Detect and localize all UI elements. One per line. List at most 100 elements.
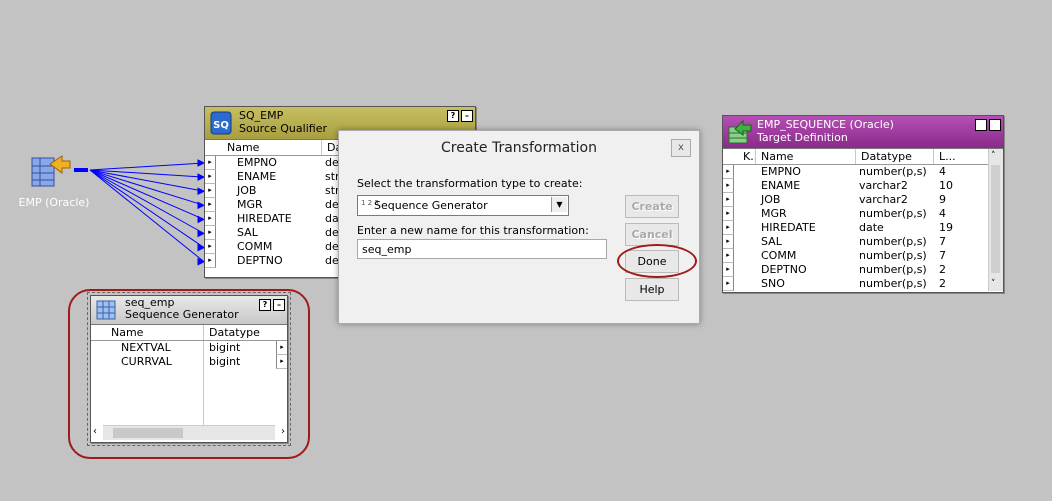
column-header: Name Datatype [91, 325, 287, 341]
scrollbar-thumb[interactable] [113, 428, 183, 438]
sequence-generator-icon [96, 300, 116, 320]
column-datatype-header: Datatype [861, 150, 912, 163]
minimize-icon[interactable]: – [989, 119, 1001, 131]
create-transformation-dialog[interactable]: Create Transformation x Select the trans… [338, 130, 700, 324]
source-qualifier-icon: SQ [210, 111, 232, 135]
output-port-arrow-icon[interactable]: ▸ [276, 341, 287, 355]
vertical-scrollbar[interactable]: ˄ ˅ [988, 149, 1003, 291]
port-length: 2 [939, 263, 946, 276]
link-line [89, 169, 205, 263]
target-definition-subtitle: Target Definition [757, 131, 848, 144]
input-port-arrow-icon[interactable]: ▸ [723, 249, 734, 263]
selected-type: Sequence Generator [374, 199, 488, 212]
help-icon[interactable]: ? [975, 119, 987, 131]
close-icon[interactable]: x [671, 139, 691, 157]
column-name-header: Name [761, 150, 794, 163]
port-name: CURRVAL [121, 355, 172, 368]
chevron-down-icon[interactable]: ▼ [551, 197, 567, 212]
table-row[interactable]: ▸ SAL number(p,s) 7 [723, 235, 1003, 249]
output-port-arrow-icon[interactable]: ▸ [276, 355, 287, 369]
name-label: Enter a new name for this transformation… [357, 224, 589, 237]
target-definition-title: EMP_SEQUENCE (Oracle) [757, 118, 894, 131]
port-length: 4 [939, 207, 946, 220]
source-qualifier-subtitle: Source Qualifier [239, 122, 327, 135]
link-line [89, 162, 205, 171]
table-row[interactable]: ▸ EMPNO number(p,s) 4 [723, 165, 1003, 179]
source-qualifier-title: SQ_EMP [239, 109, 284, 122]
port-name: MGR [761, 207, 787, 220]
scroll-up-icon[interactable]: ˄ [991, 151, 996, 161]
link-line [89, 169, 205, 249]
scrollbar-thumb[interactable] [991, 165, 1000, 273]
table-row[interactable]: ▸ COMM number(p,s) 7 [723, 249, 1003, 263]
horizontal-scrollbar[interactable]: ‹ › [93, 425, 285, 440]
input-port-arrow-icon[interactable]: ▸ [723, 263, 734, 277]
table-row[interactable]: ▸ SNO number(p,s) 2 [723, 277, 1003, 291]
minimize-icon[interactable]: – [461, 110, 473, 122]
source-emp-icon[interactable] [28, 152, 72, 192]
column-length-header: L... [939, 150, 956, 163]
transformation-type-select[interactable]: 1 2 3 Sequence Generator ▼ [357, 195, 569, 216]
port-length: 4 [939, 165, 946, 178]
input-port-arrow-icon[interactable]: ▸ [723, 235, 734, 249]
svg-text:SQ: SQ [213, 120, 229, 131]
port-name: HIREDATE [237, 212, 292, 225]
input-port-arrow-icon[interactable]: ▸ [205, 184, 216, 198]
table-row[interactable]: ▸ HIREDATE date 19 [723, 221, 1003, 235]
help-button[interactable]: Help [625, 278, 679, 301]
create-button[interactable]: Create [625, 195, 679, 218]
port-length: 7 [939, 235, 946, 248]
table-row[interactable]: ▸ DEPTNO number(p,s) 2 [723, 263, 1003, 277]
table-row[interactable]: ▸ ENAME varchar2 10 [723, 179, 1003, 193]
input-port-arrow-icon[interactable]: ▸ [723, 179, 734, 193]
sequence-generator-box[interactable]: seq_emp Sequence Generator ? – Name Data… [87, 292, 291, 446]
port-datatype: number(p,s) [859, 277, 927, 290]
input-port-arrow-icon[interactable]: ▸ [723, 193, 734, 207]
scroll-left-icon[interactable]: ‹ [93, 426, 97, 437]
port-name: JOB [237, 184, 257, 197]
input-port-arrow-icon[interactable]: ▸ [205, 254, 216, 268]
port-datatype: varchar2 [859, 193, 908, 206]
port-name: JOB [761, 193, 781, 206]
table-row[interactable]: ▸ MGR number(p,s) 4 [723, 207, 1003, 221]
port-name: DEPTNO [237, 254, 283, 267]
port-list: ▸ EMPNO number(p,s) 4 ▸ ENAME varchar2 10 ▸ JOB va… [723, 165, 1003, 291]
target-definition-box[interactable]: EMP_SEQUENCE (Oracle) Target Definition … [722, 115, 1004, 293]
scroll-down-icon[interactable]: ˅ [991, 279, 996, 289]
table-row[interactable]: CURRVAL bigint ▸ [91, 355, 287, 369]
port-list: NEXTVAL bigint ▸ CURRVAL bigint ▸ [91, 341, 287, 425]
port-datatype: varchar2 [859, 179, 908, 192]
scroll-right-icon[interactable]: › [281, 426, 285, 437]
input-port-arrow-icon[interactable]: ▸ [723, 165, 734, 179]
port-length: 9 [939, 193, 946, 206]
port-datatype: number(p,s) [859, 235, 927, 248]
input-port-arrow-icon[interactable]: ▸ [723, 207, 734, 221]
done-button[interactable]: Done [625, 250, 679, 273]
target-definition-header[interactable]: EMP_SEQUENCE (Oracle) Target Definition … [723, 116, 1003, 149]
table-row[interactable]: ▸ JOB varchar2 9 [723, 193, 1003, 207]
cancel-button[interactable]: Cancel [625, 223, 679, 246]
input-port-arrow-icon[interactable]: ▸ [205, 226, 216, 240]
port-name: EMPNO [237, 156, 277, 169]
input-port-arrow-icon[interactable]: ▸ [205, 240, 216, 254]
port-length: 19 [939, 221, 953, 234]
link-line [89, 169, 205, 234]
input-port-arrow-icon[interactable]: ▸ [205, 212, 216, 226]
input-port-arrow-icon[interactable]: ▸ [205, 170, 216, 184]
help-icon[interactable]: ? [447, 110, 459, 122]
minimize-icon[interactable]: – [273, 299, 285, 311]
port-length: 2 [939, 277, 946, 290]
help-icon[interactable]: ? [259, 299, 271, 311]
sequence-generator-header[interactable]: seq_emp Sequence Generator ? – [91, 296, 287, 325]
input-port-arrow-icon[interactable]: ▸ [205, 198, 216, 212]
port-name: HIREDATE [761, 221, 816, 234]
transformation-name-input[interactable] [357, 239, 607, 259]
port-datatype: number(p,s) [859, 249, 927, 262]
input-port-arrow-icon[interactable]: ▸ [205, 156, 216, 170]
port-name: SAL [237, 226, 258, 239]
input-port-arrow-icon[interactable]: ▸ [723, 221, 734, 235]
source-emp-label: EMP (Oracle) [18, 196, 90, 209]
table-row[interactable]: NEXTVAL bigint ▸ [91, 341, 287, 355]
port-datatype: de [325, 156, 339, 169]
input-port-arrow-icon[interactable]: ▸ [723, 277, 734, 291]
